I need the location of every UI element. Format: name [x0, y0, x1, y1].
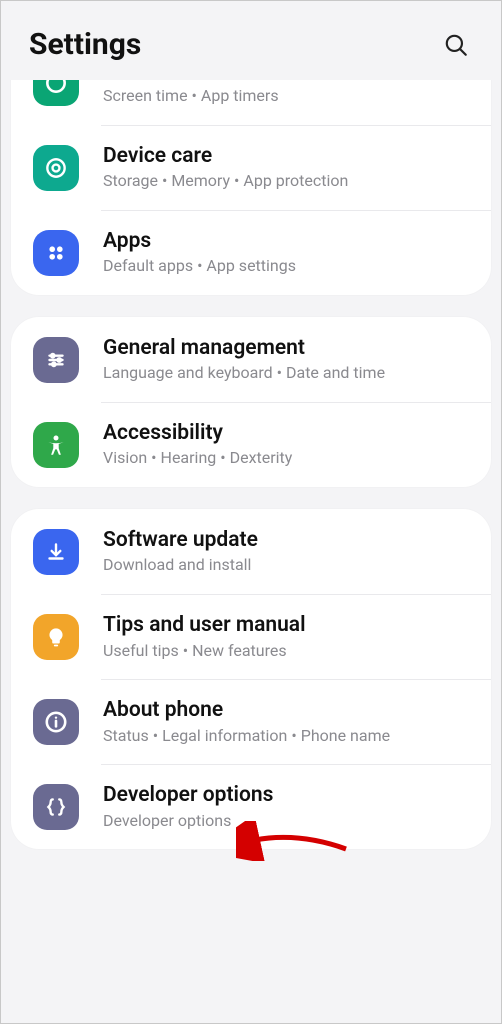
item-title: Device care — [103, 143, 471, 169]
settings-list: Controls Screen time • App timers Device… — [1, 80, 501, 1012]
item-texts: Device care Storage • Memory • App prote… — [103, 143, 471, 192]
item-subtitle: Vision • Hearing • Dexterity — [103, 448, 471, 469]
item-texts: Software update Download and install — [103, 527, 471, 576]
sliders-icon — [33, 337, 79, 383]
device-care-icon — [33, 145, 79, 191]
search-icon — [443, 32, 469, 58]
header: Settings — [1, 1, 501, 80]
search-button[interactable] — [439, 28, 473, 62]
item-subtitle: Developer options — [103, 811, 471, 832]
page-title: Settings — [29, 27, 141, 62]
item-texts: Developer options Developer options — [103, 782, 471, 831]
settings-item-digital-wellbeing[interactable]: Controls Screen time • App timers — [11, 80, 491, 125]
settings-item-accessibility[interactable]: Accessibility Vision • Hearing • Dexteri… — [11, 402, 491, 487]
item-texts: About phone Status • Legal information •… — [103, 697, 471, 746]
info-icon — [33, 699, 79, 745]
bulb-icon — [33, 614, 79, 660]
item-title: General management — [103, 335, 471, 361]
item-title: About phone — [103, 697, 471, 723]
item-subtitle: Status • Legal information • Phone name — [103, 726, 471, 747]
item-subtitle: Useful tips • New features — [103, 641, 471, 662]
item-texts: General management Language and keyboard… — [103, 335, 471, 384]
item-subtitle: Screen time • App timers — [103, 86, 471, 107]
settings-item-about-phone[interactable]: About phone Status • Legal information •… — [11, 679, 491, 764]
item-title: Developer options — [103, 782, 471, 808]
item-title: Apps — [103, 228, 471, 254]
item-subtitle: Default apps • App settings — [103, 256, 471, 277]
item-subtitle: Storage • Memory • App protection — [103, 171, 471, 192]
item-title: Software update — [103, 527, 471, 553]
item-texts: Accessibility Vision • Hearing • Dexteri… — [103, 420, 471, 469]
braces-icon — [33, 784, 79, 830]
settings-item-developer-options[interactable]: Developer options Developer options — [11, 764, 491, 849]
settings-group: Software update Download and install Tip… — [11, 509, 491, 849]
digital-wellbeing-icon — [33, 80, 79, 106]
item-title: Accessibility — [103, 420, 471, 446]
settings-item-software-update[interactable]: Software update Download and install — [11, 509, 491, 594]
settings-item-device-care[interactable]: Device care Storage • Memory • App prote… — [11, 125, 491, 210]
apps-icon — [33, 230, 79, 276]
settings-item-apps[interactable]: Apps Default apps • App settings — [11, 210, 491, 295]
download-icon — [33, 529, 79, 575]
item-subtitle: Language and keyboard • Date and time — [103, 363, 471, 384]
item-texts: Tips and user manual Useful tips • New f… — [103, 612, 471, 661]
accessibility-icon — [33, 422, 79, 468]
item-title: Tips and user manual — [103, 612, 471, 638]
settings-group: Controls Screen time • App timers Device… — [11, 80, 491, 295]
item-subtitle: Download and install — [103, 555, 471, 576]
item-title: Controls — [103, 80, 471, 84]
settings-group: General management Language and keyboard… — [11, 317, 491, 487]
item-texts: Apps Default apps • App settings — [103, 228, 471, 277]
settings-item-general-management[interactable]: General management Language and keyboard… — [11, 317, 491, 402]
item-texts: Controls Screen time • App timers — [103, 80, 471, 107]
settings-item-tips[interactable]: Tips and user manual Useful tips • New f… — [11, 594, 491, 679]
